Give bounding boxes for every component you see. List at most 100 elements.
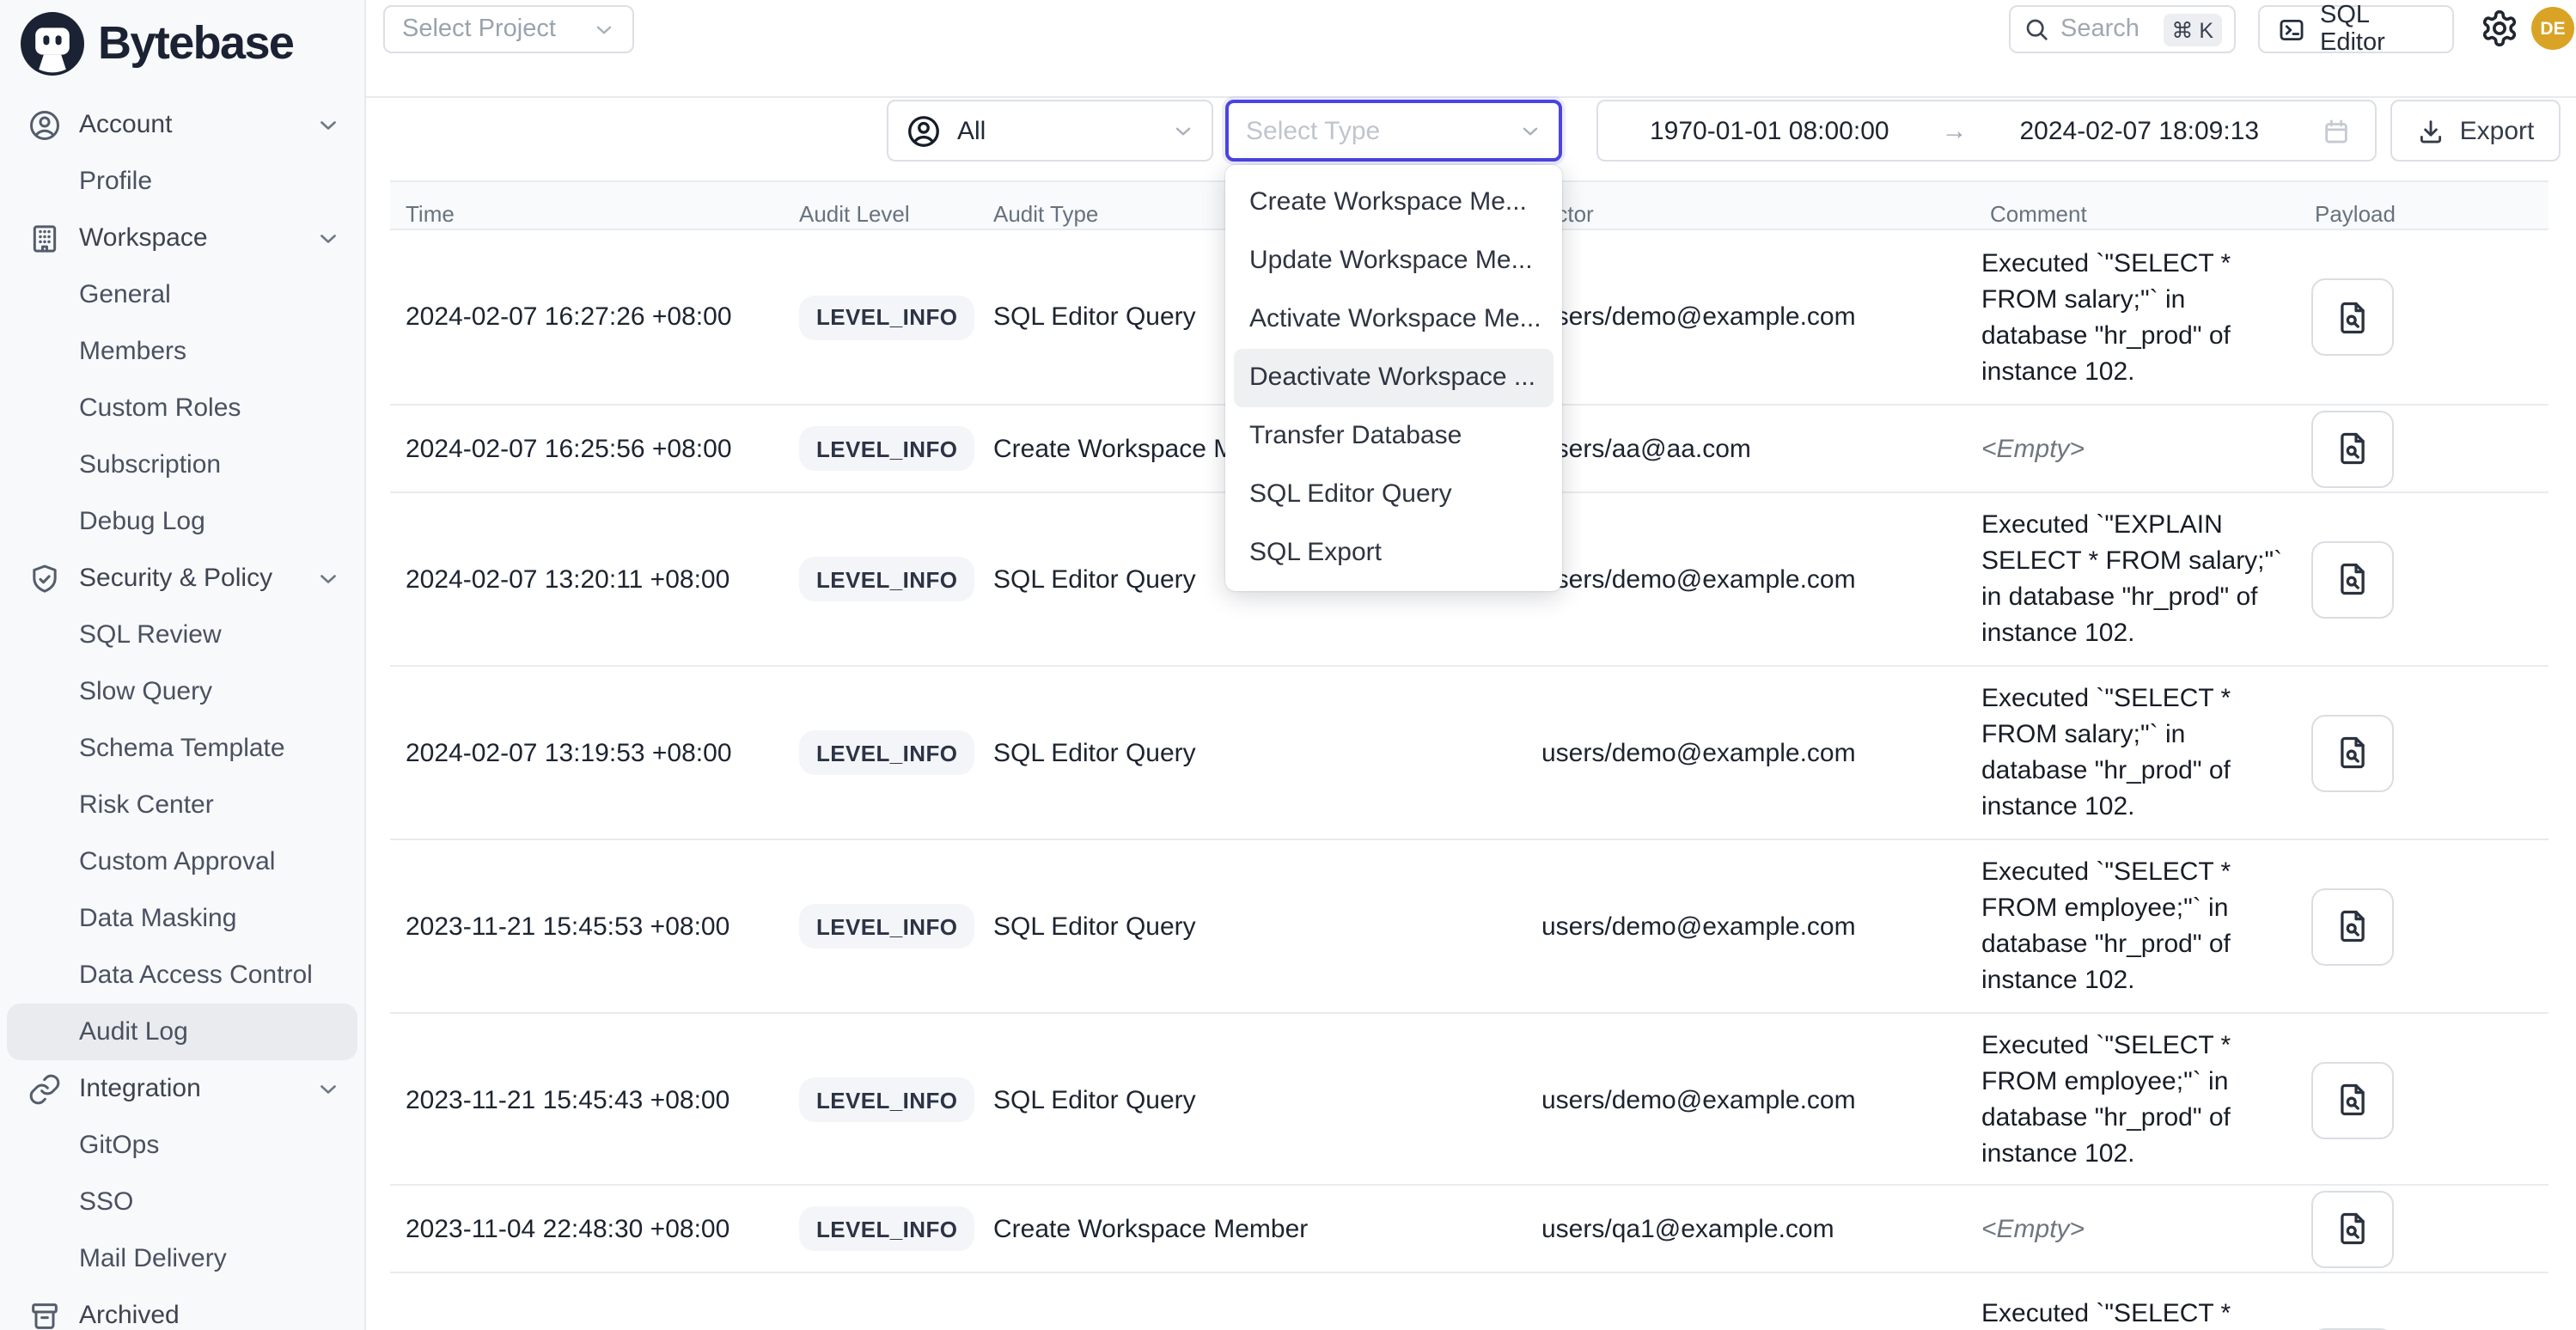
sidebar-item-label: SSO <box>79 1187 133 1217</box>
payload-view-button[interactable] <box>2311 714 2394 791</box>
payload-view-button[interactable] <box>2311 410 2394 487</box>
sidebar-item-label: Slow Query <box>79 677 212 706</box>
export-label: Export <box>2460 116 2535 145</box>
date-to-value[interactable]: 2024-02-07 18:09:13 <box>2019 116 2259 145</box>
sidebar-item-members[interactable]: Members <box>7 323 357 380</box>
payload-view-button[interactable] <box>2311 888 2394 965</box>
user-avatar[interactable]: DE <box>2531 7 2574 50</box>
sidebar-item-data-masking[interactable]: Data Masking <box>7 890 357 947</box>
table-row: 2023-11-04 22:48:30 +08:00 LEVEL_INFO Cr… <box>390 1186 2549 1273</box>
menu-item-sql-export[interactable]: SQL Export <box>1234 524 1554 583</box>
payload-file-search-icon <box>2334 734 2372 772</box>
calendar-icon <box>2322 116 2351 145</box>
topbar-divider <box>366 96 2576 98</box>
bytebase-logo[interactable]: Bytebase <box>21 12 293 76</box>
sidebar-item-label: Audit Log <box>79 1017 188 1046</box>
brand-name: Bytebase <box>98 17 293 70</box>
row-time: 2024-02-07 13:19:53 +08:00 <box>390 738 799 767</box>
menu-item-create-workspace-me[interactable]: Create Workspace Me... <box>1234 174 1554 232</box>
audit-level-badge: LEVEL_INFO <box>799 1077 974 1122</box>
sidebar-item-archived[interactable]: Archived <box>7 1287 357 1330</box>
row-actor: users/demo@example.com <box>1541 738 1981 767</box>
sidebar-item-account[interactable]: Account <box>7 96 357 153</box>
chevron-down-icon <box>316 113 340 137</box>
payload-view-button[interactable] <box>2311 1190 2394 1267</box>
table-row: 2023-11-21 15:45:43 +08:00 LEVEL_INFO SQ… <box>390 1014 2549 1186</box>
sidebar-item-integration[interactable]: Integration <box>7 1060 357 1117</box>
sidebar-item-custom-approval[interactable]: Custom Approval <box>7 833 357 890</box>
sidebar-item-schema-template[interactable]: Schema Template <box>7 720 357 777</box>
sidebar-item-data-access-control[interactable]: Data Access Control <box>7 947 357 1004</box>
select-project-dropdown[interactable]: Select Project <box>383 5 634 53</box>
sidebar-item-general[interactable]: General <box>7 266 357 323</box>
export-button[interactable]: Export <box>2390 100 2561 162</box>
row-comment: Executed `"SELECT * FROM employee;"` in … <box>1981 1014 2311 1186</box>
sidebar-item-gitops[interactable]: GitOps <box>7 1117 357 1174</box>
sidebar-item-label: Mail Delivery <box>79 1244 227 1273</box>
audit-level-badge: LEVEL_INFO <box>799 730 974 775</box>
row-actor: users/qa1@example.com <box>1541 1214 1981 1243</box>
sidebar-item-label: Members <box>79 337 186 366</box>
sidebar-item-label: Archived <box>79 1301 180 1330</box>
sidebar-item-sso[interactable]: SSO <box>7 1174 357 1230</box>
sidebar-item-audit-log[interactable]: Audit Log <box>7 1004 357 1060</box>
menu-item-deactivate-workspace[interactable]: Deactivate Workspace ... <box>1234 349 1554 407</box>
payload-file-search-icon <box>2334 907 2372 945</box>
sidebar-item-sql-review[interactable]: SQL Review <box>7 607 357 663</box>
link-icon <box>27 1071 62 1106</box>
sidebar-item-workspace[interactable]: Workspace <box>7 210 357 266</box>
menu-item-transfer-database[interactable]: Transfer Database <box>1234 407 1554 466</box>
sidebar-item-custom-roles[interactable]: Custom Roles <box>7 380 357 436</box>
sidebar-item-label: Data Access Control <box>79 961 313 990</box>
row-actor: users/demo@example.com <box>1541 302 1981 332</box>
payload-view-button[interactable] <box>2311 278 2394 356</box>
row-comment: <Empty> <box>1981 417 2311 480</box>
audit-level-badge: LEVEL_INFO <box>799 1206 974 1251</box>
actor-filter-value: All <box>957 116 1157 145</box>
type-filter-dropdown[interactable]: Select Type <box>1225 100 1562 162</box>
date-range-picker[interactable]: 1970-01-01 08:00:00 → 2024-02-07 18:09:1… <box>1596 100 2377 162</box>
row-time: 2024-02-07 13:20:11 +08:00 <box>390 564 799 594</box>
sidebar-item-mail-delivery[interactable]: Mail Delivery <box>7 1230 357 1287</box>
audit-level-badge: LEVEL_INFO <box>799 426 974 471</box>
sql-editor-label: SQL Editor <box>2320 2 2435 57</box>
sidebar-item-debug-log[interactable]: Debug Log <box>7 493 357 550</box>
payload-file-search-icon <box>2334 298 2372 336</box>
sidebar-item-slow-query[interactable]: Slow Query <box>7 663 357 720</box>
row-actor: users/demo@example.com <box>1541 912 1981 941</box>
audit-level-badge: LEVEL_INFO <box>799 557 974 601</box>
row-comment: Executed `"SELECT * FROM salary;"` in da… <box>1981 231 2311 403</box>
sidebar-item-risk-center[interactable]: Risk Center <box>7 777 357 833</box>
actor-filter-dropdown[interactable]: All <box>887 100 1213 162</box>
payload-view-button[interactable] <box>2311 1061 2394 1138</box>
search-input[interactable]: Search ⌘ K <box>2009 5 2236 53</box>
menu-item-sql-editor-query[interactable]: SQL Editor Query <box>1234 466 1554 524</box>
sidebar-item-subscription[interactable]: Subscription <box>7 436 357 493</box>
sidebar-item-label: Schema Template <box>79 734 285 763</box>
sidebar-item-label: Risk Center <box>79 790 214 820</box>
date-from-value[interactable]: 1970-01-01 08:00:00 <box>1650 116 1889 145</box>
user-circle-icon <box>27 107 62 142</box>
row-actor: users/aa@aa.com <box>1541 434 1981 463</box>
payload-view-button[interactable] <box>2311 540 2394 618</box>
sql-editor-button[interactable]: SQL Editor <box>2258 5 2454 53</box>
settings-gear-icon[interactable] <box>2480 9 2519 48</box>
sidebar-item-security-policy[interactable]: Security & Policy <box>7 550 357 607</box>
row-time: 2023-11-21 15:45:53 +08:00 <box>390 912 799 941</box>
menu-item-activate-workspace-me[interactable]: Activate Workspace Me... <box>1234 290 1554 349</box>
column-header-audit-level: Audit Level <box>799 201 993 227</box>
download-icon <box>2417 116 2446 145</box>
sidebar-item-profile[interactable]: Profile <box>7 153 357 210</box>
sidebar-item-label: Subscription <box>79 450 221 479</box>
table-row: 2023-11-21 15:45:53 +08:00 LEVEL_INFO SQ… <box>390 840 2549 1014</box>
row-comment: <Empty> <box>1981 1197 2311 1260</box>
menu-item-update-workspace-me[interactable]: Update Workspace Me... <box>1234 232 1554 290</box>
payload-file-search-icon <box>2334 1210 2372 1248</box>
table-row: 2023-11-04 21:26:34 +08:00 LEVEL_INFO SQ… <box>390 1273 2549 1330</box>
row-audit-type: Create Workspace Member <box>993 1214 1541 1243</box>
sidebar-item-label: Custom Roles <box>79 394 241 423</box>
sidebar-item-label: Account <box>79 110 172 139</box>
chevron-down-icon <box>316 566 340 590</box>
sidebar: Bytebase Account ProfileWorkspaceGeneral M… <box>0 0 366 1330</box>
terminal-icon <box>2277 15 2306 44</box>
